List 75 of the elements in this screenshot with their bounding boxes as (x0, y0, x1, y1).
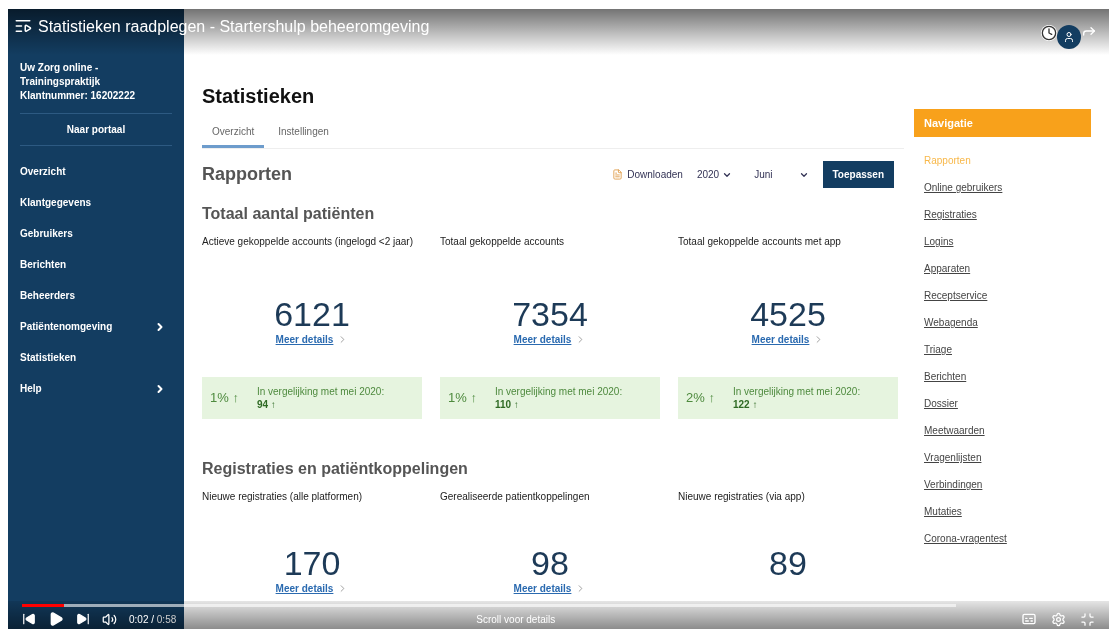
details-link[interactable]: Meer details (275, 332, 349, 347)
stat-value: 98 (531, 545, 569, 581)
month-dropdown[interactable]: Juni (746, 167, 809, 182)
subtitles-icon[interactable] (1021, 611, 1037, 627)
change-delta: 110 ↑ (494, 398, 520, 411)
portal-button[interactable]: Naar portaal (20, 114, 172, 145)
stat-label: Totaal gekoppelde accounts met app (678, 235, 842, 249)
group-title: Totaal aantal patiënten (202, 204, 376, 224)
sidebar-item[interactable]: Statistieken (8, 342, 184, 373)
navigation-link[interactable]: Dossier (924, 390, 1094, 417)
navigation-header: Navigatie (914, 109, 1091, 137)
settings-icon[interactable] (1051, 611, 1066, 627)
next-icon[interactable] (76, 612, 90, 626)
navigation-link[interactable]: Corona-vragentest (924, 525, 1094, 552)
comparison-text: In vergelijking met mei 2020: (494, 385, 623, 398)
navigation-link[interactable]: Logins (924, 228, 1094, 255)
sidebar-item[interactable]: Klantgegevens (8, 187, 184, 218)
customer-number: Klantnummer: 16202222 (19, 89, 137, 103)
group-title: Registraties en patiëntkoppelingen (202, 459, 469, 479)
details-link[interactable]: Meer details (751, 332, 825, 347)
navigation-link[interactable]: Triage (924, 336, 1094, 363)
stat-label: Nieuwe registraties (alle platformen) (202, 490, 364, 504)
stat-value: 6121 (274, 296, 350, 332)
sidebar-item[interactable]: Gebruikers (8, 218, 184, 249)
stat-label: Actieve gekoppelde accounts (ingelogd <2 jaar) (202, 235, 414, 249)
navigation-link[interactable]: Receptservice (924, 282, 1094, 309)
navigation-link[interactable]: Webagenda (924, 309, 1094, 336)
stat-label: Nieuwe registraties (via app) (678, 490, 806, 504)
download-link[interactable]: Downloaden (612, 167, 683, 182)
navigation-link[interactable]: Meetwaarden (924, 417, 1094, 444)
playlist-icon[interactable] (14, 17, 32, 35)
exit-fullscreen-icon[interactable] (1080, 611, 1095, 627)
navigation-link[interactable]: Mutaties (924, 498, 1094, 525)
change-delta: 94 ↑ (256, 398, 277, 411)
change-percent: 2% ↑ (686, 389, 715, 408)
scroll-hint: Scroll voor details (476, 612, 556, 627)
tab[interactable]: Overzicht (202, 121, 265, 148)
section-title: Rapporten (202, 163, 292, 186)
comparison-text: In vergelijking met mei 2020: (732, 385, 861, 398)
apply-button[interactable]: Toepassen (822, 161, 894, 188)
clock-icon[interactable] (1041, 25, 1057, 41)
details-link[interactable]: Meer details (513, 581, 587, 596)
sidebar-item[interactable]: Berichten (8, 249, 184, 280)
change-percent: 1% ↑ (210, 389, 239, 408)
organisation-name: Uw Zorg online - Trainingspraktijk (19, 61, 102, 89)
year-dropdown[interactable]: 2020 (696, 167, 733, 182)
change-delta: 122 ↑ (732, 398, 759, 411)
sidebar-item[interactable]: Help (8, 373, 184, 404)
tab[interactable]: Instellingen (268, 121, 339, 148)
volume-icon[interactable] (102, 611, 117, 627)
stat-value: 89 (769, 545, 807, 581)
sidebar-item[interactable]: Beheerders (8, 280, 184, 311)
stat-label: Totaal gekoppelde accounts (440, 235, 565, 249)
navigation-link[interactable]: Registraties (924, 201, 1094, 228)
details-link[interactable]: Meer details (513, 332, 587, 347)
change-percent: 1% ↑ (448, 389, 477, 408)
pdf-file-icon (612, 169, 624, 180)
navigation-link[interactable]: Online gebruikers (924, 174, 1094, 201)
navigation-link[interactable]: Vragenlijsten (924, 444, 1094, 471)
details-link[interactable]: Meer details (275, 581, 349, 596)
avatar-icon[interactable] (1057, 25, 1081, 49)
navigation-link[interactable]: Apparaten (924, 255, 1094, 282)
stat-value: 4525 (750, 296, 826, 332)
sidebar-item[interactable]: Overzicht (8, 156, 184, 187)
sidebar-item[interactable]: Patiëntenomgeving (8, 311, 184, 342)
time-display: 0:02 / 0:58 (129, 612, 177, 627)
stat-value: 7354 (512, 296, 588, 332)
previous-icon[interactable] (22, 612, 36, 626)
navigation-link[interactable]: Verbindingen (924, 471, 1094, 498)
play-icon[interactable] (48, 611, 64, 627)
stat-label: Gerealiseerde patientkoppelingen (440, 490, 591, 504)
comparison-text: In vergelijking met mei 2020: (256, 385, 385, 398)
navigation-link[interactable]: Berichten (924, 363, 1094, 390)
page-title: Statistieken (202, 84, 316, 109)
stat-value: 170 (283, 545, 341, 581)
